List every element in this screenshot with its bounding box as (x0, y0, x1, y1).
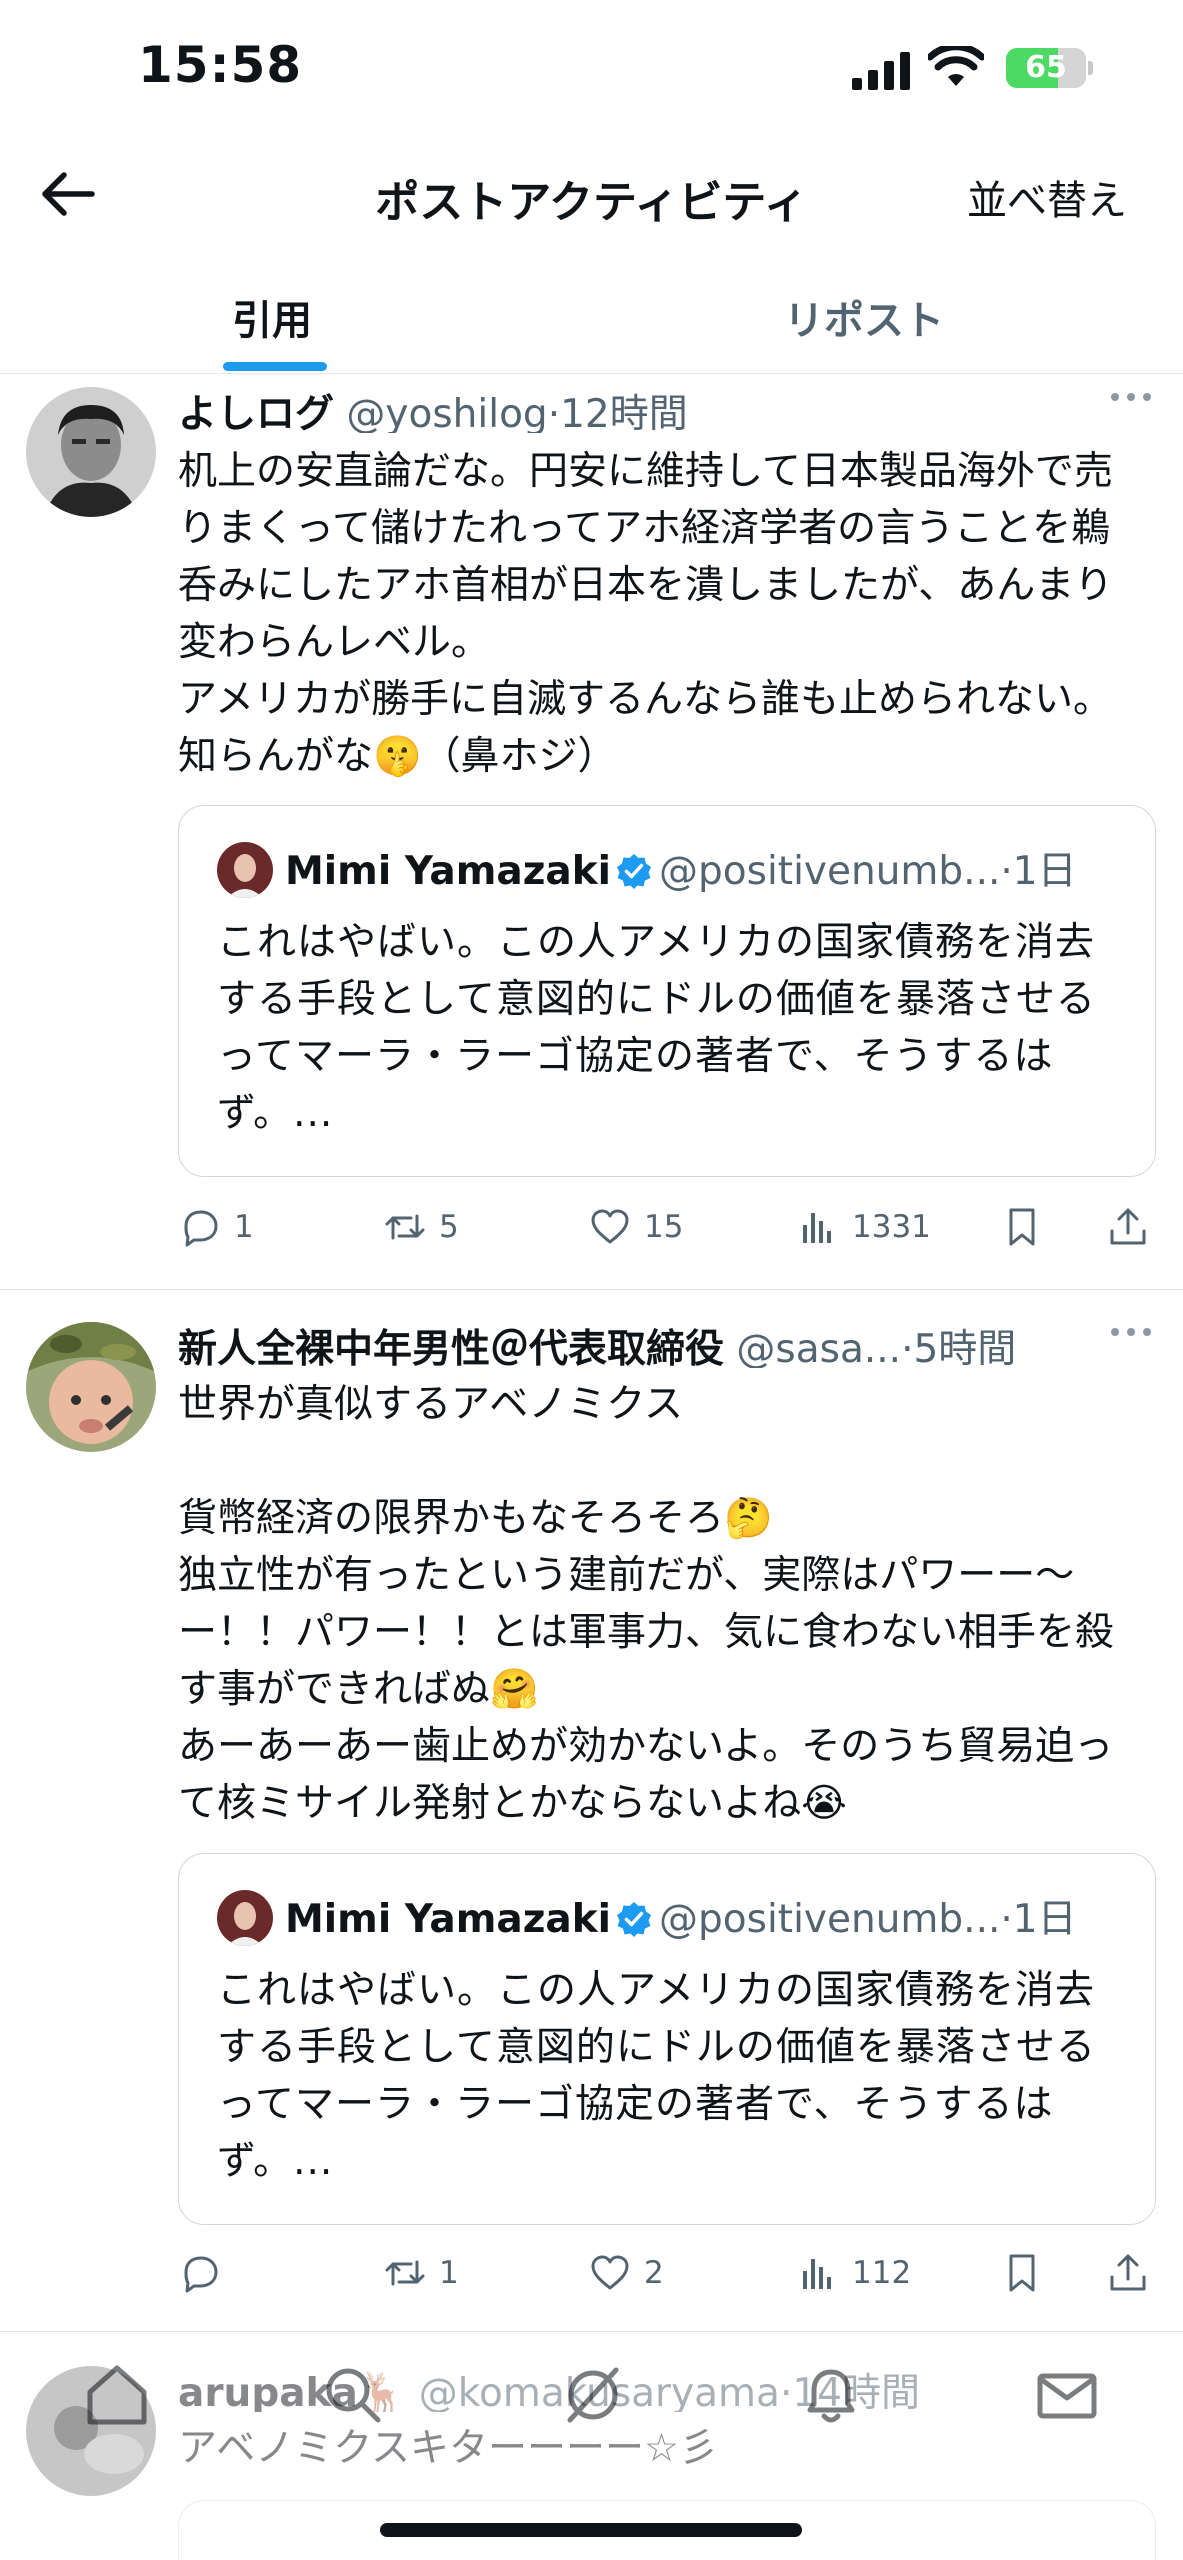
share-icon (1110, 1208, 1146, 1245)
tab-bar: 引用 リポスト (0, 270, 1183, 374)
sort-button[interactable]: 並べ替え (967, 168, 1127, 226)
repost-icon (385, 1214, 425, 1240)
view-count: 112 (852, 2255, 912, 2291)
header: ポストアクティビティ 並べ替え (0, 140, 1183, 250)
tab-reposts[interactable]: リポスト (784, 288, 944, 346)
more-options-icon[interactable] (1109, 1322, 1153, 1342)
author-handle[interactable]: @yoshilog (346, 392, 547, 433)
views-button[interactable]: 1331 (796, 1197, 931, 1257)
bookmark-button[interactable] (1000, 2243, 1044, 2303)
quoted-header: Mimi Yamazaki @positivenumb...·1日 (285, 1897, 1077, 1942)
cellular-signal-icon (852, 52, 910, 90)
notifications-bell-icon[interactable] (796, 2360, 866, 2430)
reply-count: 1 (234, 1209, 254, 1245)
quoted-time: 1日 (1012, 849, 1077, 894)
views-chart-icon (803, 1213, 831, 1243)
quoted-post[interactable]: Mimi Yamazaki @positivenumb...·1日 これはやばい。… (178, 805, 1156, 1177)
battery-icon: 65 (1006, 48, 1093, 88)
status-time: 15:58 (138, 36, 303, 94)
post-time: 12時間 (560, 392, 688, 433)
quoted-avatar (217, 842, 273, 898)
bookmark-icon (1009, 2254, 1035, 2292)
post-text: 机上の安直論だな。円安に維持して日本製品海外で売りまくって儲けたれってアホ経済学… (178, 449, 1114, 779)
repost-count: 5 (439, 1209, 459, 1245)
post-time: 5時間 (913, 1327, 1017, 1368)
verified-badge-icon (617, 1902, 652, 1937)
active-tab-indicator (223, 362, 327, 371)
post-header: 新人全裸中年男性＠代表取締役 @sasa...·5時間 (178, 1318, 1138, 1368)
tab-quotes[interactable]: 引用 (232, 288, 312, 346)
post-header: よしログ @yoshilog·12時間 (178, 383, 1138, 433)
quoted-author: Mimi Yamazaki (285, 849, 612, 894)
messages-envelope-icon[interactable] (1032, 2360, 1102, 2430)
repost-count: 1 (439, 2255, 459, 2291)
quoted-text: これはやばい。この人アメリカの国家債務を消去する手段として意図的にドルの価値を暴… (217, 1968, 1096, 2184)
quoted-text: これはやばい。この人アメリカの国家債務を消去する手段として意図的にドルの価値を暴… (217, 920, 1096, 1136)
like-count: 15 (644, 1209, 684, 1245)
view-count: 1331 (852, 1209, 931, 1245)
quoted-time: 1日 (1012, 1897, 1077, 1942)
views-button[interactable]: 112 (796, 2243, 911, 2303)
quoted-handle: @positivenumb... (659, 849, 1001, 894)
wifi-icon (928, 46, 984, 86)
like-button[interactable]: 15 (588, 1197, 683, 1257)
post-actions: 1 5 15 1331 (178, 1197, 1158, 1257)
post[interactable]: 新人全裸中年男性＠代表取締役 @sasa...·5時間 世界が真似するアベノミク… (0, 1290, 1183, 2332)
quoted-handle: @positivenumb... (659, 1897, 1001, 1942)
search-icon[interactable] (318, 2360, 388, 2430)
more-options-icon[interactable] (1109, 387, 1153, 407)
post-actions: 1 2 112 (178, 2243, 1158, 2303)
repost-icon (385, 2260, 425, 2286)
share-icon (1110, 2254, 1146, 2291)
reply-button[interactable]: 1 (178, 1197, 254, 1257)
quoted-author: Mimi Yamazaki (285, 1897, 612, 1942)
share-button[interactable] (1106, 1197, 1150, 1257)
bookmark-icon (1009, 1208, 1035, 1246)
status-bar: 15:58 65 (0, 0, 1183, 140)
battery-level: 65 (1025, 50, 1067, 85)
like-button[interactable]: 2 (588, 2243, 664, 2303)
avatar[interactable] (26, 1322, 156, 1452)
reply-button[interactable] (178, 2243, 234, 2303)
quoted-header: Mimi Yamazaki @positivenumb...·1日 (285, 849, 1077, 894)
home-indicator (380, 2523, 802, 2537)
author-name[interactable]: よしログ (178, 392, 334, 433)
author-name[interactable]: 新人全裸中年男性＠代表取締役 (178, 1327, 724, 1368)
repost-button[interactable]: 5 (383, 1197, 459, 1257)
verified-badge-icon (617, 854, 652, 889)
post-text: 世界が真似するアベノミクス 貨幣経済の限界かもなそろそろ🤔 独立性が有ったという… (178, 1382, 1115, 1826)
home-icon[interactable] (82, 2360, 152, 2430)
heart-icon (591, 1209, 629, 1244)
repost-button[interactable]: 1 (383, 2243, 459, 2303)
reply-icon (184, 1210, 218, 1247)
quoted-avatar (217, 1890, 273, 1946)
reply-icon (184, 2256, 218, 2293)
grok-icon[interactable] (558, 2360, 628, 2430)
views-chart-icon (803, 2259, 831, 2289)
heart-icon (591, 2255, 629, 2290)
post[interactable]: よしログ @yoshilog·12時間 机上の安直論だな。円安に維持して日本製品… (0, 375, 1183, 1290)
like-count: 2 (644, 2255, 664, 2291)
bookmark-button[interactable] (1000, 1197, 1044, 1257)
bottom-nav (0, 2318, 1183, 2488)
author-handle[interactable]: @sasa... (736, 1327, 901, 1368)
share-button[interactable] (1106, 2243, 1150, 2303)
quoted-post[interactable]: Mimi Yamazaki @positivenumb...·1日 これはやばい。… (178, 1853, 1156, 2225)
avatar[interactable] (26, 387, 156, 517)
